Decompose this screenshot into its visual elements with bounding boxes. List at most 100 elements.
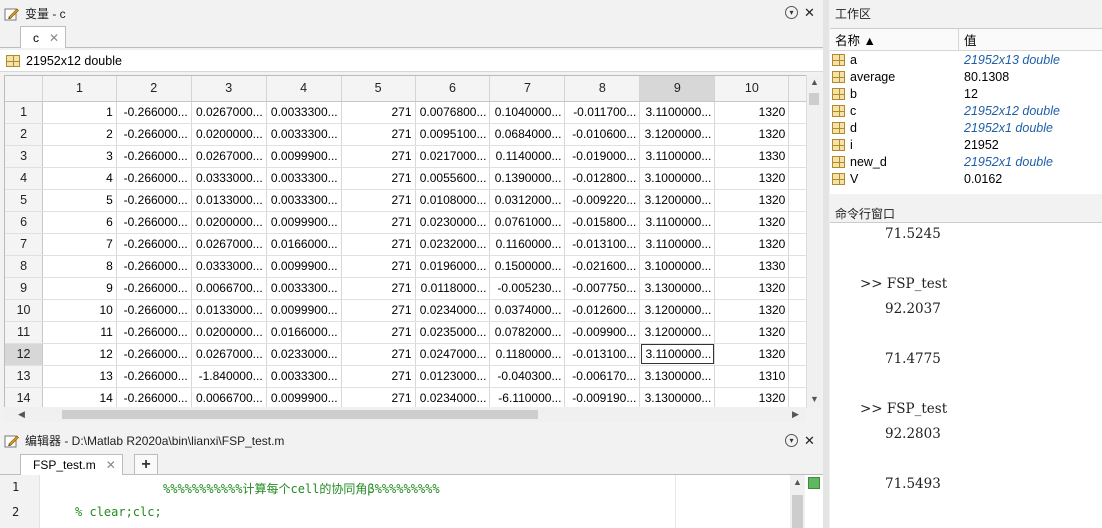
table-cell[interactable]: 0.0217000... <box>415 145 491 168</box>
table-cell[interactable]: 1320 <box>714 387 790 407</box>
workspace-row-average[interactable]: average 80.1308 <box>830 68 1102 85</box>
table-cell[interactable]: 1320 <box>714 189 790 212</box>
table-cell[interactable]: 271 <box>341 321 416 344</box>
workspace-row-v[interactable]: V 0.0162 <box>830 170 1102 187</box>
row-header[interactable]: 10 <box>5 299 44 322</box>
table-cell[interactable]: 1310 <box>714 365 790 388</box>
table-cell[interactable]: 0.0333000... <box>191 167 267 190</box>
workspace-row-d[interactable]: d 21952x1 double <box>830 119 1102 136</box>
row-header[interactable]: 12 <box>5 343 44 366</box>
column-header[interactable]: 8 <box>564 76 641 102</box>
scroll-left-icon[interactable]: ◀ <box>18 409 25 420</box>
table-cell[interactable]: 0.0033300... <box>266 277 342 300</box>
table-cell[interactable]: 0.0033300... <box>266 101 342 124</box>
column-header[interactable]: 6 <box>415 76 491 102</box>
table-cell[interactable]: 0.0066700... <box>191 387 267 407</box>
table-cell[interactable]: -0.266000... <box>116 233 192 256</box>
column-header[interactable]: 9 <box>639 76 716 102</box>
table-cell[interactable]: 271 <box>341 299 416 322</box>
column-header[interactable]: 1 <box>42 76 117 102</box>
table-cell[interactable]: 7 <box>42 233 117 256</box>
table-cell[interactable]: 271 <box>341 255 416 278</box>
table-cell[interactable]: 3.1100000... <box>639 101 716 124</box>
table-cell[interactable]: 0.0033300... <box>266 123 342 146</box>
table-cell[interactable]: 0.0233000... <box>266 343 342 366</box>
row-header[interactable]: 6 <box>5 211 44 234</box>
table-cell[interactable]: 271 <box>341 145 416 168</box>
table-cell[interactable]: 0.0133000... <box>191 189 267 212</box>
table-cell[interactable]: 3.1200000... <box>639 189 716 212</box>
table-cell[interactable]: 0.0133000... <box>191 299 267 322</box>
workspace-row-b[interactable]: b 12 <box>830 85 1102 102</box>
table-cell[interactable]: 0.0374000... <box>489 299 566 322</box>
table-cell[interactable]: 1320 <box>714 299 790 322</box>
table-cell[interactable]: 11 <box>42 321 117 344</box>
workspace-row-i[interactable]: i 21952 <box>830 136 1102 153</box>
table-cell[interactable]: 1320 <box>714 123 790 146</box>
table-cell[interactable]: 0.0200000... <box>191 211 267 234</box>
table-cell[interactable]: 0.0684000... <box>489 123 566 146</box>
chevron-down-icon[interactable]: ▾ <box>785 434 798 447</box>
column-header[interactable]: 10 <box>714 76 790 102</box>
table-cell[interactable]: 271 <box>341 189 416 212</box>
table-cell[interactable]: 14 <box>42 387 117 407</box>
table-cell[interactable]: 0.0099900... <box>266 255 342 278</box>
table-cell[interactable]: 0.0099900... <box>266 387 342 407</box>
close-icon[interactable]: ✕ <box>804 434 815 447</box>
table-cell[interactable]: -0.266000... <box>116 211 192 234</box>
table-cell[interactable]: 271 <box>341 167 416 190</box>
close-icon[interactable]: ✕ <box>49 31 59 45</box>
code-line[interactable]: %%%%%%%%%%%计算每个cell的协同角β%%%%%%%%% <box>163 480 440 497</box>
table-cell[interactable]: 0.0033300... <box>266 189 342 212</box>
table-cell[interactable]: 0.0234000... <box>415 299 491 322</box>
row-header[interactable]: 11 <box>5 321 44 344</box>
scroll-right-icon[interactable]: ▶ <box>792 409 799 420</box>
tab-fsp-test[interactable]: FSP_test.m ✕ <box>20 454 123 475</box>
table-cell[interactable]: 271 <box>341 233 416 256</box>
table-cell[interactable]: 3.1000000... <box>639 255 716 278</box>
table-cell[interactable]: -0.266000... <box>116 255 192 278</box>
close-icon[interactable]: ✕ <box>106 458 116 472</box>
table-cell[interactable]: -0.011700... <box>564 101 641 124</box>
table-cell[interactable]: 2 <box>42 123 117 146</box>
table-cell[interactable]: 0.0267000... <box>191 233 267 256</box>
table-cell[interactable]: -0.266000... <box>116 101 192 124</box>
variable-table[interactable]: 1 2 3 4 5 6 7 8 9 10 1 1 -0.266000... 0.0267000... 0.… <box>5 76 819 407</box>
table-cell[interactable]: -0.010600... <box>564 123 641 146</box>
table-cell[interactable]: 0.1040000... <box>489 101 566 124</box>
table-cell[interactable]: 0.0099900... <box>266 211 342 234</box>
column-header[interactable]: 2 <box>116 76 192 102</box>
table-cell[interactable]: -0.007750... <box>564 277 641 300</box>
table-cell[interactable]: 0.0312000... <box>489 189 566 212</box>
row-header[interactable]: 2 <box>5 123 44 146</box>
table-cell[interactable]: 0.0200000... <box>191 321 267 344</box>
table-cell[interactable]: -0.019000... <box>564 145 641 168</box>
code-line[interactable]: % clear;clc; <box>75 505 162 519</box>
table-cell[interactable]: -0.009900... <box>564 321 641 344</box>
table-cell[interactable]: 0.0123000... <box>415 365 491 388</box>
table-cell[interactable]: 1320 <box>714 101 790 124</box>
table-cell[interactable]: 0.0095100... <box>415 123 491 146</box>
table-cell[interactable]: 0.0033300... <box>266 365 342 388</box>
table-cell[interactable]: -0.266000... <box>116 387 192 407</box>
table-cell[interactable]: 1320 <box>714 343 790 366</box>
table-cell[interactable]: 271 <box>341 211 416 234</box>
table-cell[interactable]: 3.1200000... <box>639 299 716 322</box>
variable-vertical-scrollbar[interactable]: ▲ ▼ <box>806 75 821 408</box>
table-cell[interactable]: 1 <box>42 101 117 124</box>
table-cell[interactable]: 3.1300000... <box>639 387 716 407</box>
table-cell[interactable]: 0.1160000... <box>489 233 566 256</box>
table-cell[interactable]: -0.266000... <box>116 365 192 388</box>
table-cell[interactable]: 0.0166000... <box>266 233 342 256</box>
column-header[interactable]: 5 <box>341 76 416 102</box>
table-cell[interactable]: -0.012600... <box>564 299 641 322</box>
table-cell[interactable]: 3.1300000... <box>639 365 716 388</box>
table-cell[interactable]: 3.1100000... <box>639 233 716 256</box>
table-cell[interactable]: 0.0234000... <box>415 387 491 407</box>
table-cell[interactable]: 0.0235000... <box>415 321 491 344</box>
row-header[interactable]: 13 <box>5 365 44 388</box>
table-cell[interactable]: 12 <box>42 343 117 366</box>
table-cell[interactable]: -0.266000... <box>116 189 192 212</box>
chevron-down-icon[interactable]: ▾ <box>785 6 798 19</box>
column-header[interactable]: 3 <box>191 76 267 102</box>
